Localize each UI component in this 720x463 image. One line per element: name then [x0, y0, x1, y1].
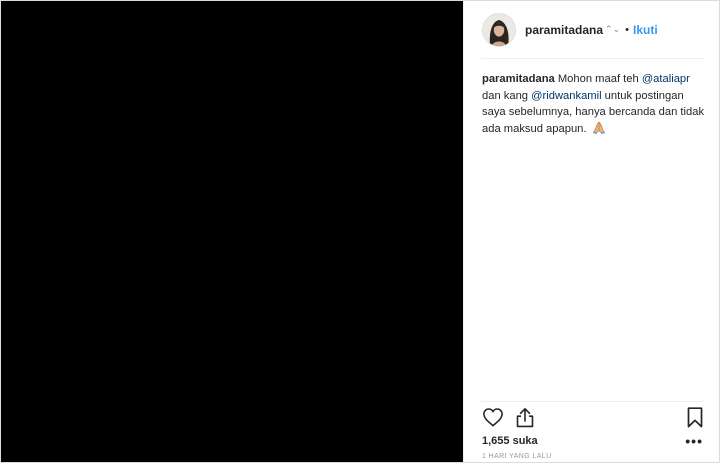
bookmark-icon[interactable] — [687, 407, 703, 433]
header-username[interactable]: paramitadana — [525, 23, 603, 37]
post-media[interactable] — [1, 1, 463, 462]
post-header: paramitadana ⌃⌄ • Ikuti — [464, 1, 719, 59]
account-switch-icon[interactable]: ⌃⌄ — [605, 24, 620, 35]
avatar[interactable] — [482, 13, 516, 47]
caption-username[interactable]: paramitadana — [482, 73, 555, 85]
post-dialog: paramitadana ⌃⌄ • Ikuti paramitadana Moh… — [0, 0, 720, 463]
post-actions — [482, 407, 705, 431]
avatar-image — [483, 14, 515, 46]
mention-ridwankamil[interactable]: @ridwankamil — [531, 90, 601, 102]
header-divider — [481, 58, 705, 59]
mention-ataliapr[interactable]: @ataliapr — [642, 73, 690, 85]
post-timestamp[interactable]: 1 HARI YANG LALU — [482, 453, 552, 460]
follow-button[interactable]: Ikuti — [633, 23, 658, 37]
share-icon[interactable] — [515, 407, 535, 433]
heart-icon[interactable] — [482, 407, 504, 432]
caption-text-2: dan kang — [482, 89, 532, 102]
actions-divider — [481, 401, 705, 402]
post-caption: paramitadana Mohon maaf teh @ataliapr da… — [482, 71, 705, 139]
separator-dot: • — [625, 24, 629, 36]
post-side-panel: paramitadana ⌃⌄ • Ikuti paramitadana Moh… — [463, 1, 719, 462]
praying-hands-icon — [592, 121, 606, 140]
more-options-button[interactable]: ••• — [685, 433, 703, 449]
caption-text-1: Mohon maaf teh — [557, 73, 642, 85]
likes-count[interactable]: 1,655 suka — [482, 435, 538, 447]
